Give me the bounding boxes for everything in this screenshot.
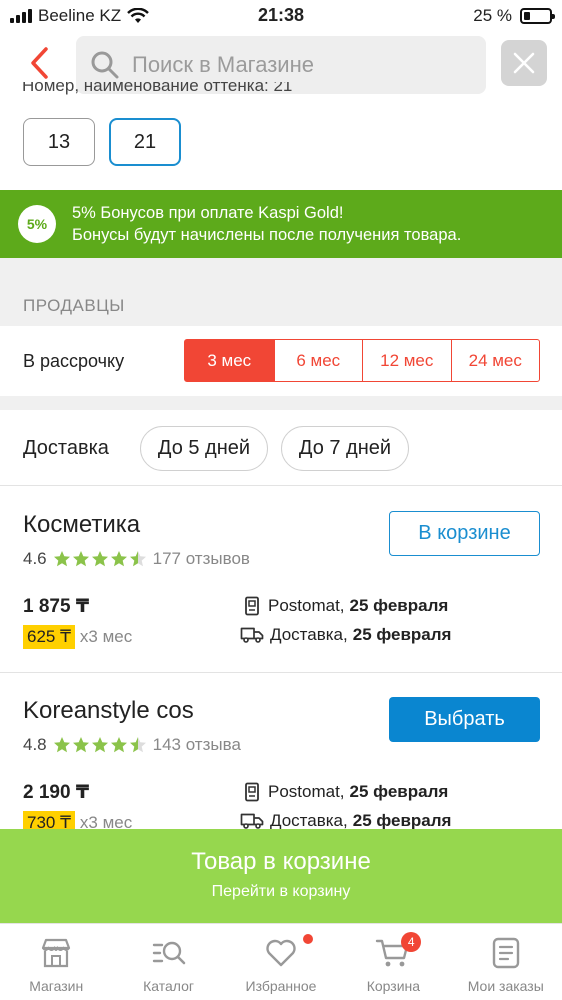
cart-count-badge: 4 <box>401 932 422 952</box>
truck-icon <box>240 813 264 829</box>
postomat-date: 25 февраля <box>349 596 449 615</box>
tab-label: Каталог <box>143 978 195 994</box>
truck-icon <box>240 627 264 643</box>
bonus-line-2: Бонусы будут начислены после получения т… <box>72 226 462 244</box>
battery: 25 % <box>473 6 555 26</box>
monthly-term: x3 мес <box>79 627 133 646</box>
heart-icon <box>266 939 296 967</box>
bonus-line-1: 5% Бонусов при оплате Kaspi Gold! <box>72 204 344 222</box>
postomat-date: 25 февраля <box>349 782 449 801</box>
cart-bar-title: Товар в корзине <box>191 848 371 875</box>
postomat-option: Postomat, 25 февраля <box>242 596 448 616</box>
delivery-date: 25 февраля <box>352 625 452 644</box>
back-icon[interactable] <box>28 46 54 80</box>
seller-card[interactable]: Косметика 4.6 177 отзывов В корзине 1 87… <box>0 487 562 673</box>
search-icon <box>91 51 119 79</box>
bonus-banner: 5% 5% Бонусов при оплате Kaspi Gold! Бон… <box>0 190 562 258</box>
battery-icon <box>520 8 555 24</box>
battery-level <box>524 12 530 20</box>
go-to-cart-button[interactable]: Товар в корзине Перейти в корзину <box>0 829 562 923</box>
star-icon <box>72 737 89 753</box>
sellers-title: ПРОДАВЦЫ <box>23 296 125 315</box>
rating-value: 4.6 <box>23 549 47 568</box>
search-input[interactable] <box>132 52 452 78</box>
delivery-label: Доставка, <box>270 625 348 644</box>
postomat-icon <box>245 782 259 802</box>
rating-stars <box>53 550 147 568</box>
monthly-amount: 625 ₸ <box>23 625 75 649</box>
tenor-3[interactable]: 3 мес <box>185 340 274 381</box>
shade-options: 13 21 <box>23 118 181 166</box>
tab-cart[interactable]: 4 Корзина <box>337 924 449 1000</box>
status-bar: Beeline KZ 21:38 25 % <box>0 0 562 30</box>
delivery-filter-5-days[interactable]: До 5 дней <box>140 426 268 471</box>
bonus-badge: 5% <box>18 205 56 243</box>
tab-label: Корзина <box>366 978 421 994</box>
star-icon <box>110 551 127 567</box>
shade-label: Номер, наименование оттенка: 21 <box>22 82 293 95</box>
catalog-icon <box>152 941 185 965</box>
tenor-selector: 3 мес 6 мес 12 мес 24 мес <box>184 339 540 382</box>
installment-row: В рассрочку 3 мес 6 мес 12 мес 24 мес <box>0 326 562 396</box>
star-icon <box>53 551 70 567</box>
bonus-text: 5% Бонусов при оплате Kaspi Gold! Бонусы… <box>72 202 461 246</box>
star-icon <box>129 551 146 567</box>
delivery-filter-row: Доставка До 5 дней До 7 дней <box>0 410 562 486</box>
reviews-link[interactable]: 143 отзыва <box>153 735 241 755</box>
tab-label: Мои заказы <box>467 978 544 994</box>
select-seller-button[interactable]: Выбрать <box>389 697 540 742</box>
favorites-dot <box>302 934 313 944</box>
delivery-filter-7-days[interactable]: До 7 дней <box>281 426 409 471</box>
tenor-12[interactable]: 12 мес <box>362 340 451 381</box>
seller-name[interactable]: Koreanstyle cos <box>23 697 194 725</box>
cart-bar-subtitle: Перейти в корзину <box>211 883 351 900</box>
section-divider <box>0 396 562 410</box>
shade-option-13[interactable]: 13 <box>23 118 95 166</box>
delivery-label: Доставка <box>23 437 109 459</box>
rating-value: 4.8 <box>23 735 47 754</box>
shop-icon <box>42 938 71 968</box>
orders-icon <box>492 937 519 969</box>
tab-favorites[interactable]: Избранное <box>225 924 337 1000</box>
tenor-6[interactable]: 6 мес <box>273 340 363 381</box>
tab-label: Избранное <box>245 978 317 994</box>
close-icon <box>513 52 535 74</box>
delivery-option: Доставка, 25 февраля <box>240 811 451 831</box>
star-icon <box>91 737 108 753</box>
star-icon <box>91 551 108 567</box>
tab-catalog[interactable]: Каталог <box>112 924 224 1000</box>
star-icon <box>110 737 127 753</box>
delivery-label: Доставка, <box>270 811 348 830</box>
delivery-date: 25 февраля <box>352 811 452 830</box>
monthly-payment: 625 ₸ x3 мес <box>23 625 132 649</box>
seller-price: 2 190 ₸ <box>23 782 90 803</box>
seller-rating: 4.8 143 отзыва <box>23 735 241 755</box>
in-cart-button[interactable]: В корзине <box>389 511 540 556</box>
tab-shop[interactable]: Магазин <box>0 924 112 1000</box>
battery-percent: 25 % <box>473 6 512 25</box>
star-icon <box>72 551 89 567</box>
installment-label: В рассрочку <box>23 351 125 371</box>
star-icon <box>53 737 70 753</box>
seller-rating: 4.6 177 отзывов <box>23 549 250 569</box>
seller-price: 1 875 ₸ <box>23 596 90 617</box>
postomat-option: Postomat, 25 февраля <box>242 782 448 802</box>
shade-option-21[interactable]: 21 <box>109 118 181 166</box>
rating-stars <box>53 736 147 754</box>
tab-bar: Магазин Каталог Избранное 4 Корзина Мои … <box>0 923 562 1000</box>
reviews-link[interactable]: 177 отзывов <box>153 549 250 569</box>
seller-name[interactable]: Косметика <box>23 511 140 539</box>
clear-button[interactable] <box>501 40 547 86</box>
tenor-24[interactable]: 24 мес <box>450 340 540 381</box>
postomat-label: Postomat, <box>268 782 345 801</box>
tab-orders[interactable]: Мои заказы <box>450 924 562 1000</box>
postomat-label: Postomat, <box>268 596 345 615</box>
star-icon <box>129 737 146 753</box>
delivery-option: Доставка, 25 февраля <box>240 625 451 645</box>
tab-label: Магазин <box>29 978 84 994</box>
postomat-icon <box>245 596 259 616</box>
